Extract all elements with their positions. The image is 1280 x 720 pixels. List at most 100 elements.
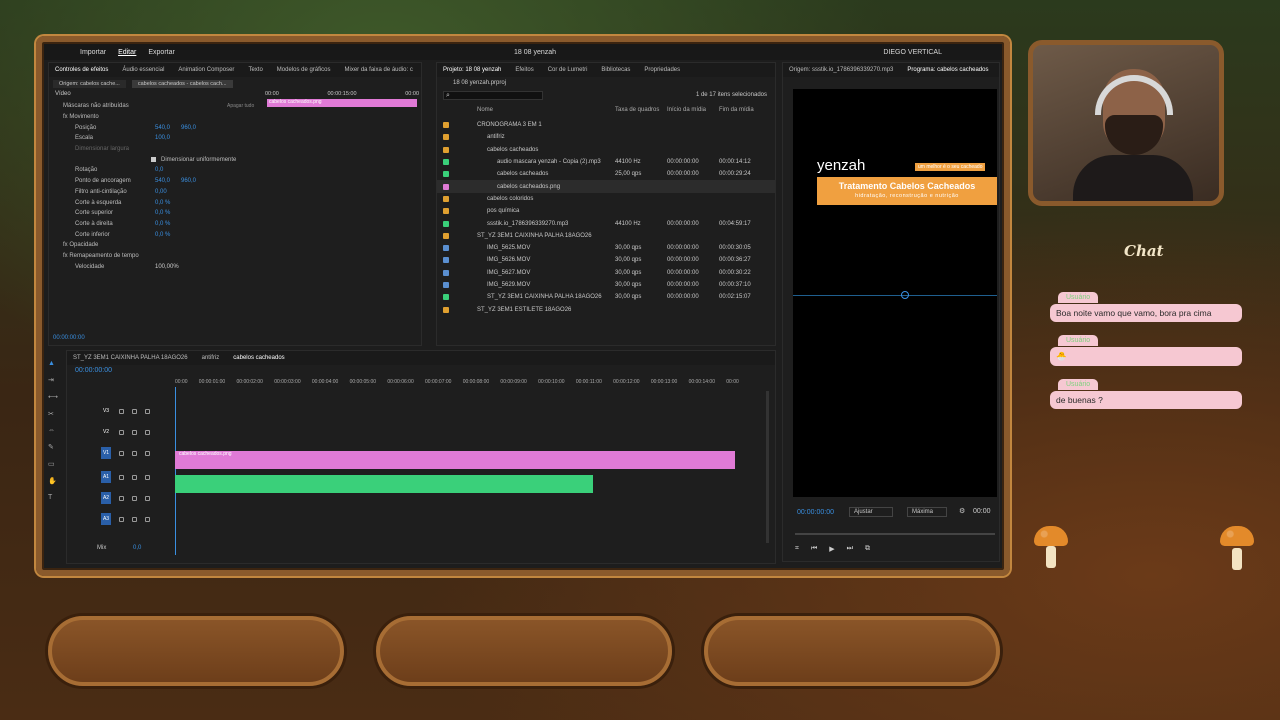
project-item[interactable]: cabelos cacheados 25,00 qps 00:00:00:00 00:… xyxy=(437,168,775,180)
eye-icon[interactable] xyxy=(145,495,150,501)
slip-tool-icon[interactable]: ⇔ xyxy=(48,427,60,434)
effect-value[interactable]: 540,0 xyxy=(155,125,170,131)
workspace-name[interactable]: DIEGO VERTICAL xyxy=(883,49,942,56)
sync-icon[interactable] xyxy=(132,495,137,501)
project-item[interactable]: cabelos coloridos xyxy=(437,193,775,205)
track-header[interactable]: A3 xyxy=(71,511,167,527)
effect-row-time-remap[interactable]: fx Remapeamento de tempo xyxy=(63,251,261,262)
play-icon[interactable]: ▶ xyxy=(829,545,834,553)
effect-row-crop-left[interactable]: Corte à esquerda 0,0 % xyxy=(63,197,261,208)
color-label-swatch[interactable] xyxy=(443,245,449,252)
project-item[interactable]: ST_YZ 3EM1 CAIXINHA PALHA 18AGO26 30,00 q… xyxy=(437,291,775,303)
color-label-swatch[interactable] xyxy=(443,294,449,301)
clip-dropdown[interactable]: cabelos cacheados - cabelos cach... xyxy=(131,80,233,88)
project-item[interactable]: ssstik.io_1786396339270.mp3 44100 Hz 00:00… xyxy=(437,217,775,229)
search-input[interactable]: ⌕ xyxy=(443,91,543,100)
source-dropdown[interactable]: Origem: cabelos cache... xyxy=(53,80,126,88)
fit-dropdown[interactable]: Ajustar xyxy=(849,507,893,517)
project-item[interactable]: pos química xyxy=(437,205,775,217)
track-target[interactable]: A2 xyxy=(101,492,111,504)
effect-value[interactable]: 100,0 xyxy=(155,135,170,141)
project-item[interactable]: ST_YZ 3EM1 ESTILETE 18AGO26 xyxy=(437,303,775,315)
track-header[interactable]: V1 xyxy=(71,445,167,461)
effect-value[interactable]: 960,0 xyxy=(181,178,196,184)
color-label-swatch[interactable] xyxy=(443,146,449,153)
eye-icon[interactable] xyxy=(145,450,150,456)
project-item[interactable]: antifriz xyxy=(437,131,775,143)
effect-value[interactable]: 0,0 xyxy=(155,167,163,173)
crosshair-icon[interactable] xyxy=(901,291,909,299)
effect-value[interactable]: 0,0 % xyxy=(155,221,170,227)
tab-text[interactable]: Texto xyxy=(248,67,262,73)
tab-properties[interactable]: Propriedades xyxy=(644,67,680,73)
track-select-icon[interactable]: ⇥ xyxy=(48,376,60,384)
color-label-swatch[interactable] xyxy=(443,122,449,129)
marker-icon[interactable]: ⌗ xyxy=(795,545,799,553)
project-item[interactable]: CRONOGRAMA 3 EM 1 xyxy=(437,119,775,131)
header-start[interactable]: Início da mídia xyxy=(667,107,706,113)
step-back-icon[interactable]: ⏮ xyxy=(811,545,817,553)
project-item[interactable]: cabelos cacheados xyxy=(437,144,775,156)
playhead[interactable] xyxy=(175,387,176,555)
timeline-ruler[interactable]: 00:00 00:00:01:00 00:00:02:00 00:00:03:00 00… xyxy=(175,379,739,389)
track-header[interactable]: A2 xyxy=(71,490,167,506)
effect-value[interactable]: 0,0 % xyxy=(155,200,170,206)
color-label-swatch[interactable] xyxy=(443,269,449,276)
monitor-timecode[interactable]: 00:00:00:00 xyxy=(797,509,834,516)
tab-lumetri[interactable]: Cor de Lumetri xyxy=(548,67,588,73)
effect-row-speed[interactable]: Velocidade 100,00% xyxy=(63,261,261,272)
color-label-swatch[interactable] xyxy=(443,306,449,313)
sync-icon[interactable] xyxy=(132,474,137,480)
type-tool-icon[interactable]: T xyxy=(48,494,60,501)
ripple-edit-icon[interactable]: ⟷ xyxy=(48,393,60,401)
track-header[interactable]: A1 xyxy=(71,469,167,485)
tab-effect-controls[interactable]: Controles de efeitos xyxy=(55,67,108,73)
tab-sequence[interactable]: antifriz xyxy=(202,355,220,361)
clear-all-button[interactable]: Apagar tudo xyxy=(227,103,254,109)
eye-icon[interactable] xyxy=(145,429,150,435)
timeline-timecode[interactable]: 00:00:00:00 xyxy=(75,367,112,374)
project-item[interactable]: ST_YZ 3EM1 CAIXINHA PALHA 18AGO26 xyxy=(437,230,775,242)
color-label-swatch[interactable] xyxy=(443,208,449,215)
eye-icon[interactable] xyxy=(145,516,150,522)
mix-value[interactable]: 0,0 xyxy=(133,545,141,551)
quality-dropdown[interactable]: Máxima xyxy=(907,507,947,517)
header-rate[interactable]: Taxa de quadros xyxy=(615,107,659,113)
color-label-swatch[interactable] xyxy=(443,195,449,202)
hand-tool-icon[interactable]: ✋ xyxy=(48,477,60,485)
effect-value[interactable]: 0,0 % xyxy=(155,232,170,238)
video-clip[interactable]: cabelos cacheados.png xyxy=(175,451,735,469)
tab-project[interactable]: Projeto: 18 08 yenzah xyxy=(443,67,501,73)
rectangle-tool-icon[interactable]: ▭ xyxy=(48,460,60,468)
lock-icon[interactable] xyxy=(119,450,124,456)
effect-value[interactable]: 540,0 xyxy=(155,178,170,184)
color-label-swatch[interactable] xyxy=(443,171,449,178)
effect-row-scale[interactable]: Escala 100,0 xyxy=(63,133,261,144)
lock-icon[interactable] xyxy=(119,408,124,414)
effect-row-opacity[interactable]: fx Opacidade xyxy=(63,240,261,251)
tab-sequence[interactable]: ST_YZ 3EM1 CAIXINHA PALHA 18AGO26 xyxy=(73,355,188,361)
color-label-swatch[interactable] xyxy=(443,220,449,227)
track-target[interactable]: V3 xyxy=(101,405,111,417)
track-target[interactable]: A1 xyxy=(101,471,111,483)
selection-tool-icon[interactable]: ▲ xyxy=(48,360,60,367)
tab-effects[interactable]: Efeitos xyxy=(515,67,533,73)
project-item[interactable]: cabelos cacheados.png xyxy=(437,180,775,193)
track-header[interactable]: V2 xyxy=(71,424,167,440)
eye-icon[interactable] xyxy=(145,408,150,414)
color-label-swatch[interactable] xyxy=(443,232,449,239)
menu-export[interactable]: Exportar xyxy=(148,49,174,56)
project-item[interactable]: IMG_5625.MOV 30,00 qps 00:00:00:00 00:00:30… xyxy=(437,242,775,254)
effect-value[interactable]: 0,0 % xyxy=(155,210,170,216)
tab-animation-composer[interactable]: Animation Composer xyxy=(178,67,234,73)
effects-timecode[interactable]: 00:00:00:00 xyxy=(53,335,85,341)
effect-row-position[interactable]: Posição 540,0 960,0 xyxy=(63,122,261,133)
tab-audio-mixer[interactable]: Mixer da faixa de áudio: c xyxy=(344,67,412,73)
track-target[interactable]: V1 xyxy=(101,447,111,459)
effect-row-crop-bottom[interactable]: Corte inferior 0,0 % xyxy=(63,229,261,240)
track-target[interactable]: A3 xyxy=(101,513,111,525)
effect-row-motion[interactable]: fx Movimento xyxy=(63,112,261,123)
track-target[interactable]: V2 xyxy=(101,426,111,438)
header-name[interactable]: Nome xyxy=(477,107,493,113)
tab-essential-audio[interactable]: Áudio essencial xyxy=(122,67,164,73)
